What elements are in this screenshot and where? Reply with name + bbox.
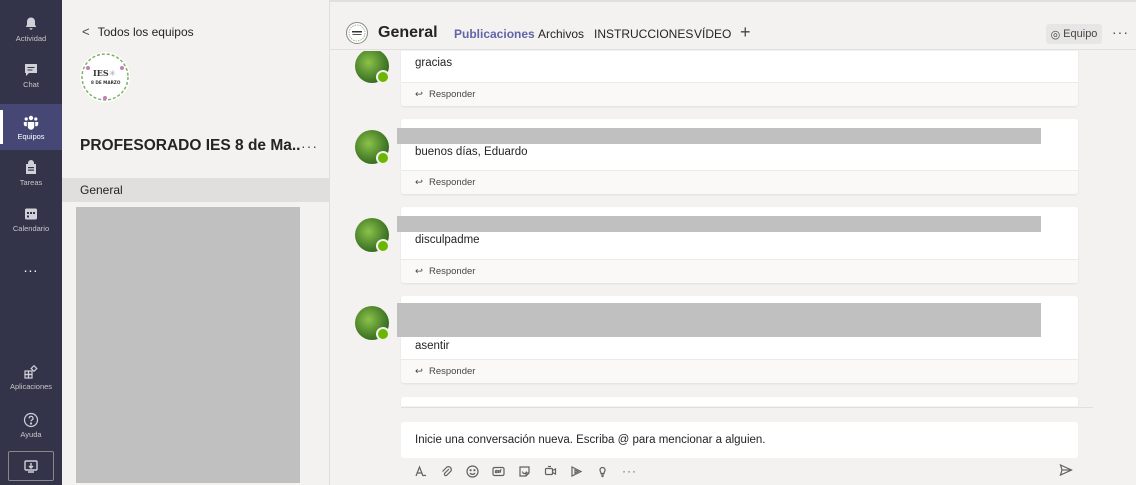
attach-icon[interactable] bbox=[440, 465, 453, 478]
gif-icon[interactable] bbox=[492, 465, 505, 478]
praise-icon[interactable] bbox=[596, 465, 609, 478]
main-area: General Publicaciones Archivos INSTRUCCI… bbox=[330, 0, 1136, 485]
chevron-left-icon: < bbox=[82, 24, 90, 39]
rail-item-more[interactable]: ... bbox=[0, 244, 62, 290]
rail-item-chat[interactable]: Chat bbox=[0, 52, 62, 98]
all-teams-label: Todos los equipos bbox=[97, 24, 194, 39]
team-logo-subtext: 8 DE MARZO bbox=[91, 80, 121, 85]
tab-video[interactable]: VÍDEO bbox=[694, 27, 731, 41]
meet-icon[interactable] bbox=[544, 465, 557, 478]
team-name: PROFESORADO IES 8 de Ma... bbox=[80, 137, 301, 154]
post bbox=[401, 397, 1078, 406]
download-icon bbox=[24, 460, 38, 473]
send-button[interactable] bbox=[1059, 463, 1073, 477]
post-text: asentir bbox=[415, 340, 450, 352]
channel-avatar bbox=[346, 22, 368, 44]
tab-archivos[interactable]: Archivos bbox=[538, 27, 584, 41]
rail-label-teams: Equipos bbox=[17, 131, 45, 141]
tab-instrucciones[interactable]: INSTRUCCIONES bbox=[594, 27, 693, 41]
redacted-message bbox=[397, 303, 1041, 337]
more-icon: ... bbox=[23, 259, 39, 275]
emoji-icon[interactable] bbox=[466, 464, 479, 478]
reply-label: Responder bbox=[428, 266, 476, 277]
rail-label-help: Ayuda bbox=[20, 429, 42, 439]
tab-publicaciones[interactable]: Publicaciones bbox=[454, 27, 535, 41]
reply-icon: ↩ bbox=[415, 89, 423, 100]
redacted-author bbox=[397, 216, 1041, 232]
channel-item-general[interactable]: General bbox=[62, 178, 330, 202]
compose-toolbar: ··· bbox=[414, 462, 637, 480]
compose-divider bbox=[401, 407, 1093, 408]
team-panel: < Todos los equipos IES ✳ 8 DE MARZO PRO… bbox=[62, 0, 330, 485]
rail-item-help[interactable]: Ayuda bbox=[0, 402, 62, 448]
reply-label: Responder bbox=[428, 89, 476, 100]
send-icon bbox=[1059, 463, 1073, 477]
avatar[interactable] bbox=[355, 218, 390, 253]
rail-item-activity[interactable]: Actividad bbox=[0, 6, 62, 52]
conversation-feed: gracias ↩ Responder buenos días, Eduardo… bbox=[330, 51, 1136, 406]
rail-label-activity: Actividad bbox=[15, 33, 47, 43]
redacted-author bbox=[397, 128, 1041, 144]
team-more-options-icon[interactable]: ··· bbox=[301, 138, 318, 154]
channel-avatar-logo bbox=[348, 24, 366, 42]
reply-icon: ↩ bbox=[415, 266, 423, 277]
apps-icon bbox=[24, 364, 38, 379]
rail-label-calendar: Calendario bbox=[12, 223, 50, 233]
rail-item-teams[interactable]: Equipos bbox=[0, 104, 62, 150]
more-options-icon[interactable]: ··· bbox=[622, 464, 637, 478]
reply-button[interactable]: ↩ Responder bbox=[401, 170, 1078, 194]
all-teams-link[interactable]: < Todos los equipos bbox=[82, 24, 194, 39]
reply-label: Responder bbox=[428, 366, 476, 377]
rail-label-chat: Chat bbox=[23, 79, 39, 89]
post-text: buenos días, Eduardo bbox=[415, 146, 528, 158]
team-logo: IES ✳ 8 DE MARZO bbox=[80, 52, 130, 102]
rail-item-apps[interactable]: Aplicaciones bbox=[0, 354, 62, 400]
team-button[interactable]: ◎ Equipo bbox=[1046, 24, 1102, 44]
app-rail: Actividad Chat Equipos Tareas Calendario… bbox=[0, 0, 62, 485]
reply-icon: ↩ bbox=[415, 366, 423, 377]
rail-item-assignments[interactable]: Tareas bbox=[0, 150, 62, 196]
redacted-channel-list bbox=[76, 207, 300, 483]
compose-placeholder: Inicie una conversación nueva. Escriba @… bbox=[415, 434, 766, 446]
reply-button[interactable]: ↩ Responder bbox=[401, 82, 1078, 106]
channel-title: General bbox=[378, 24, 438, 41]
team-name-row: PROFESORADO IES 8 de Ma... ··· bbox=[80, 137, 318, 155]
avatar[interactable] bbox=[355, 306, 390, 341]
reply-label: Responder bbox=[428, 177, 476, 188]
post: gracias ↩ Responder bbox=[401, 51, 1078, 106]
rail-label-apps: Aplicaciones bbox=[9, 381, 53, 391]
team-logo-text: IES bbox=[93, 68, 109, 78]
team-logo-graphic: IES ✳ 8 DE MARZO bbox=[81, 53, 129, 101]
format-icon[interactable] bbox=[414, 464, 427, 478]
chat-icon bbox=[25, 63, 37, 76]
help-icon bbox=[23, 412, 39, 427]
header-more-icon[interactable]: ··· bbox=[1112, 24, 1129, 40]
rail-label-assignments: Tareas bbox=[19, 177, 43, 187]
calendar-icon bbox=[25, 208, 37, 219]
header-top-line bbox=[330, 0, 1136, 2]
assignments-icon bbox=[26, 159, 36, 174]
snowflake-icon: ✳ bbox=[109, 69, 116, 78]
team-button-label: Equipo bbox=[1063, 28, 1098, 40]
channel-label: General bbox=[80, 183, 123, 197]
add-tab-button[interactable]: + bbox=[740, 22, 751, 43]
sticker-icon[interactable] bbox=[518, 465, 531, 478]
new-conversation-input[interactable]: Inicie una conversación nueva. Escriba @… bbox=[401, 422, 1078, 458]
teams-icon bbox=[23, 115, 39, 130]
reply-icon: ↩ bbox=[415, 177, 423, 188]
bell-icon bbox=[25, 17, 37, 30]
reply-button[interactable]: ↩ Responder bbox=[401, 359, 1078, 383]
reply-button[interactable]: ↩ Responder bbox=[401, 259, 1078, 283]
post-text: disculpadme bbox=[415, 234, 480, 246]
avatar[interactable] bbox=[355, 130, 390, 165]
avatar[interactable] bbox=[355, 51, 390, 84]
post-text: gracias bbox=[415, 57, 453, 69]
rail-item-calendar[interactable]: Calendario bbox=[0, 196, 62, 242]
eye-icon: ◎ bbox=[1050, 28, 1061, 41]
stream-icon[interactable] bbox=[570, 465, 583, 478]
channel-header: General Publicaciones Archivos INSTRUCCI… bbox=[330, 0, 1136, 58]
download-app-button[interactable] bbox=[8, 451, 54, 481]
